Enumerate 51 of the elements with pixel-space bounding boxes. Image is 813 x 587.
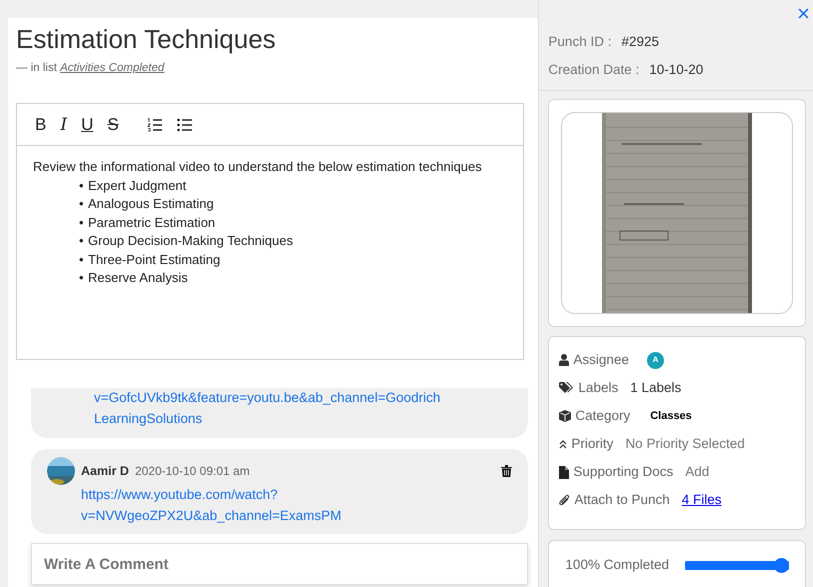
assignee-avatar[interactable]: A: [646, 352, 664, 368]
cube-icon: [559, 410, 572, 422]
card-title: Estimation Techniques: [16, 23, 277, 56]
comment-author: Aamir D: [81, 462, 129, 480]
slider-thumb[interactable]: [774, 558, 789, 573]
comment-link[interactable]: LearningSolutions: [94, 408, 512, 429]
tag-icon: [559, 382, 574, 394]
list-item: • Parametric Estimation: [79, 214, 216, 232]
attach-label: Attach to Punch: [574, 490, 670, 509]
list-item: • Reserve Analysis: [79, 269, 189, 288]
strike-button[interactable]: S: [103, 114, 123, 135]
bold-button[interactable]: B: [31, 114, 50, 135]
italic-button[interactable]: I: [56, 114, 72, 135]
creation-date-label: Creation Date :: [548, 62, 640, 77]
supporting-docs-label: Supporting Docs: [573, 462, 674, 481]
list-item: • Group Decision-Making Techniques: [79, 232, 294, 250]
comment-time: 2020-10-10 09:01 am: [134, 462, 250, 480]
list-item: • Expert Judgment: [79, 176, 188, 195]
assignee-label: Assignee: [573, 350, 629, 369]
creation-date: 10-10-20: [649, 62, 704, 77]
dash: —: [16, 62, 28, 74]
list-label: in list: [30, 62, 57, 74]
trash-icon[interactable]: [501, 465, 512, 478]
comment-field[interactable]: Write A Comment: [31, 543, 528, 585]
priority-label: Priority: [571, 434, 614, 453]
editor-text: Review the informational video to understand the below estimation techniques: [33, 158, 483, 176]
user-icon: [559, 354, 570, 366]
avatar: [47, 457, 75, 485]
progress-label: 100% Completed: [565, 556, 669, 574]
underline-button[interactable]: U: [77, 114, 98, 135]
list-item: • Three-Point Estimating: [79, 250, 222, 269]
close-icon: [798, 8, 809, 20]
file-icon: [559, 466, 570, 478]
detail-value: 1 Labels: [630, 378, 682, 397]
files-link[interactable]: 4 Files: [682, 490, 722, 510]
punch-id-label: Punch ID :: [548, 34, 612, 49]
comment-link[interactable]: https://www.youtube.com/watch?: [81, 485, 512, 506]
list-link[interactable]: Activities Completed: [60, 62, 164, 74]
punch-id: #2925: [621, 34, 659, 49]
text-editor[interactable]: [16, 103, 524, 360]
labels-label: Labels: [578, 378, 618, 397]
comment-link[interactable]: v=GofcUVkb9tk&feature=youtu.be&ab_channel=Goodrich: [94, 388, 512, 408]
paperclip-icon: [559, 494, 570, 506]
comment-link[interactable]: v=NVWgeoZPX2U&ab_channel=ExamsPM: [81, 506, 512, 526]
detail-value: No Priority Selected: [625, 434, 745, 453]
detail-value: Classes: [650, 408, 692, 424]
chevrons-up-icon: [559, 439, 568, 449]
progress-slider[interactable]: [685, 558, 789, 573]
detail-value: Add: [685, 462, 710, 481]
category-label: Category: [575, 406, 630, 425]
list-item: • Analogous Estimating: [79, 195, 215, 214]
